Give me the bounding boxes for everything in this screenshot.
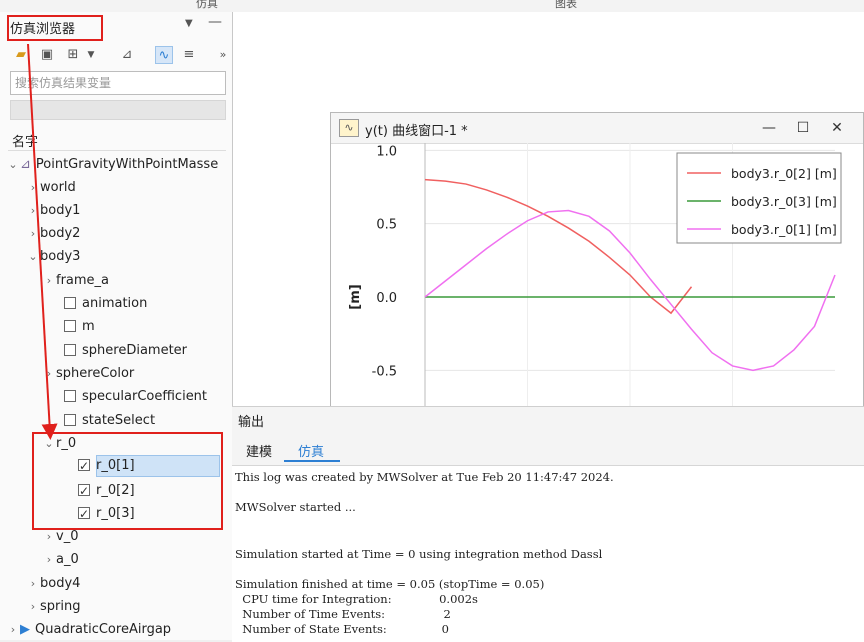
tree-item-label: specularCoefficient xyxy=(82,389,208,404)
minimize-icon[interactable]: — xyxy=(759,118,779,138)
header-divider xyxy=(8,150,226,151)
log-line: Simulation finished at time = 0.05 (stop… xyxy=(235,577,545,591)
tree-item-label: body2 xyxy=(40,226,81,241)
tree-item-label: stateSelect xyxy=(82,413,156,428)
tree-item-label: sphereDiameter xyxy=(82,343,188,358)
checkbox[interactable] xyxy=(64,390,76,402)
list-settings-icon[interactable]: ≡ xyxy=(180,46,198,64)
tree-item-label: a_0 xyxy=(56,552,79,567)
log-line: MWSolver started ... xyxy=(235,500,356,514)
log-line: Number of State Events: 0 xyxy=(235,622,449,636)
model-icon: ⊿ xyxy=(20,157,31,172)
tab-charts[interactable]: 图表 xyxy=(555,0,577,11)
y-tick-label: 0.5 xyxy=(376,218,397,233)
tree-item-label: PointGravityWithPointMasse xyxy=(35,157,219,172)
tab-simulation[interactable]: 仿真 xyxy=(196,0,218,11)
tree-item-sphere-diameter[interactable]: sphereDiameter xyxy=(64,340,187,362)
panel-menu-icon[interactable]: ▼ xyxy=(185,18,193,29)
legend-label: body3.r_0[3] [m] xyxy=(731,194,837,209)
log-line: Simulation started at Time = 0 using int… xyxy=(235,547,603,561)
plot-window-title: y(t) 曲线窗口-1 * xyxy=(365,124,468,139)
tree-item-label: v_0 xyxy=(56,529,79,544)
search-variables-input[interactable] xyxy=(10,71,226,95)
annotation-box-r0 xyxy=(32,432,223,530)
checkbox[interactable] xyxy=(64,344,76,356)
curve-window-icon: ∿ xyxy=(339,119,359,137)
export-icon[interactable]: ⊞ xyxy=(64,46,82,64)
chevron-right-icon[interactable]: › xyxy=(42,549,56,571)
export-dropdown-icon[interactable]: ▼ xyxy=(82,46,100,64)
tree-item-sphere-color[interactable]: › sphereColor xyxy=(42,363,134,385)
plot-window[interactable]: ∿ y(t) 曲线窗口-1 * — ☐ ✕ 1.0 0.5 0.0 -0.5 [m] bo… xyxy=(330,112,864,408)
tree-item-state-select[interactable]: stateSelect xyxy=(64,410,155,432)
tree-item-label: m xyxy=(82,319,95,334)
chevron-right-icon[interactable]: › xyxy=(26,223,40,245)
legend-label: body3.r_0[2] [m] xyxy=(731,166,837,181)
y-axis-label: [m] xyxy=(348,284,363,309)
toolbar-overflow-icon[interactable]: » xyxy=(214,46,232,64)
chevron-right-icon[interactable]: › xyxy=(26,573,40,595)
tree-item-animation[interactable]: animation xyxy=(64,293,147,315)
tab-modeling[interactable]: 建模 xyxy=(246,441,272,460)
chevron-right-icon[interactable]: › xyxy=(26,200,40,222)
annotation-box-title xyxy=(7,15,103,41)
model-icon: ▶ xyxy=(20,622,30,637)
tree-item-label: frame_a xyxy=(56,273,110,288)
y-tick-label: 1.0 xyxy=(376,144,397,159)
tree-item-body2[interactable]: › body2 xyxy=(26,223,81,245)
output-panel: 输出 建模 仿真 This log was created by MWSolve… xyxy=(232,406,864,642)
checkbox[interactable] xyxy=(64,320,76,332)
save-icon[interactable]: ▣ xyxy=(38,46,56,64)
tree-item-frame-a[interactable]: › frame_a xyxy=(42,270,109,292)
tree-item-label: sphereColor xyxy=(56,366,135,381)
checkbox[interactable] xyxy=(64,297,76,309)
curve-plot-icon[interactable]: ∿ xyxy=(155,46,173,64)
y-tick-label: 0.0 xyxy=(376,291,397,306)
new-plot-icon[interactable]: ⊿ xyxy=(118,46,136,64)
tree-item-label: body4 xyxy=(40,576,81,591)
open-folder-icon[interactable]: ▰ xyxy=(12,46,30,64)
series-line-1 xyxy=(424,178,693,315)
chevron-right-icon[interactable]: › xyxy=(42,270,56,292)
plot-window-titlebar[interactable]: ∿ y(t) 曲线窗口-1 * — ☐ ✕ xyxy=(331,113,863,144)
filter-bar[interactable] xyxy=(10,100,226,120)
chevron-down-icon[interactable]: ⌄ xyxy=(26,246,40,268)
tree-item-body4[interactable]: › body4 xyxy=(26,573,81,595)
name-column-header: 名字 xyxy=(12,135,39,150)
tree-item-label: body3 xyxy=(40,249,81,264)
tree-item-label: body1 xyxy=(40,203,81,218)
log-area[interactable]: This log was created by MWSolver at Tue … xyxy=(232,465,864,642)
chevron-right-icon[interactable]: › xyxy=(26,177,40,199)
tree-item-model-root[interactable]: ⌄ ⊿ PointGravityWithPointMasse xyxy=(6,154,218,176)
log-line: CPU time for Integration: 0.002s xyxy=(235,592,478,606)
tree-item-label: world xyxy=(40,180,76,195)
tree-item-quadratic-core-airgap[interactable]: › ▶ QuadraticCoreAirgap xyxy=(6,619,171,641)
chevron-down-icon[interactable]: ⌄ xyxy=(6,154,20,176)
tree-item-body1[interactable]: › body1 xyxy=(26,200,81,222)
close-icon[interactable]: ✕ xyxy=(827,118,847,138)
y-tick-label: -0.5 xyxy=(372,364,397,379)
line-chart[interactable]: 1.0 0.5 0.0 -0.5 [m] body3.r_0[2] [m] body3.r_… xyxy=(331,143,863,407)
tree-item-label: animation xyxy=(82,296,148,311)
chevron-right-icon[interactable]: › xyxy=(26,596,40,618)
checkbox[interactable] xyxy=(64,414,76,426)
chevron-right-icon[interactable]: › xyxy=(6,619,20,641)
legend-label: body3.r_0[1] [m] xyxy=(731,222,837,237)
tab-simulation-output[interactable]: 仿真 xyxy=(298,441,324,460)
tree-item-label: QuadraticCoreAirgap xyxy=(35,622,172,637)
tree-item-m[interactable]: m xyxy=(64,316,95,338)
log-line: Number of Time Events: 2 xyxy=(235,607,451,621)
tree-item-world[interactable]: › world xyxy=(26,177,76,199)
panel-minimize-icon[interactable]: — xyxy=(208,14,222,30)
tree-item-spring[interactable]: › spring xyxy=(26,596,81,618)
tree-item-label: spring xyxy=(40,599,81,614)
output-title: 输出 xyxy=(238,415,265,430)
tree-item-a0[interactable]: › a_0 xyxy=(42,549,79,571)
active-tab-indicator xyxy=(284,460,340,462)
maximize-icon[interactable]: ☐ xyxy=(793,118,813,138)
tree-item-body3[interactable]: ⌄ body3 xyxy=(26,246,80,268)
tree-item-specular-coefficient[interactable]: specularCoefficient xyxy=(64,386,207,408)
chevron-right-icon[interactable]: › xyxy=(42,363,56,385)
log-line: This log was created by MWSolver at Tue … xyxy=(235,470,614,484)
